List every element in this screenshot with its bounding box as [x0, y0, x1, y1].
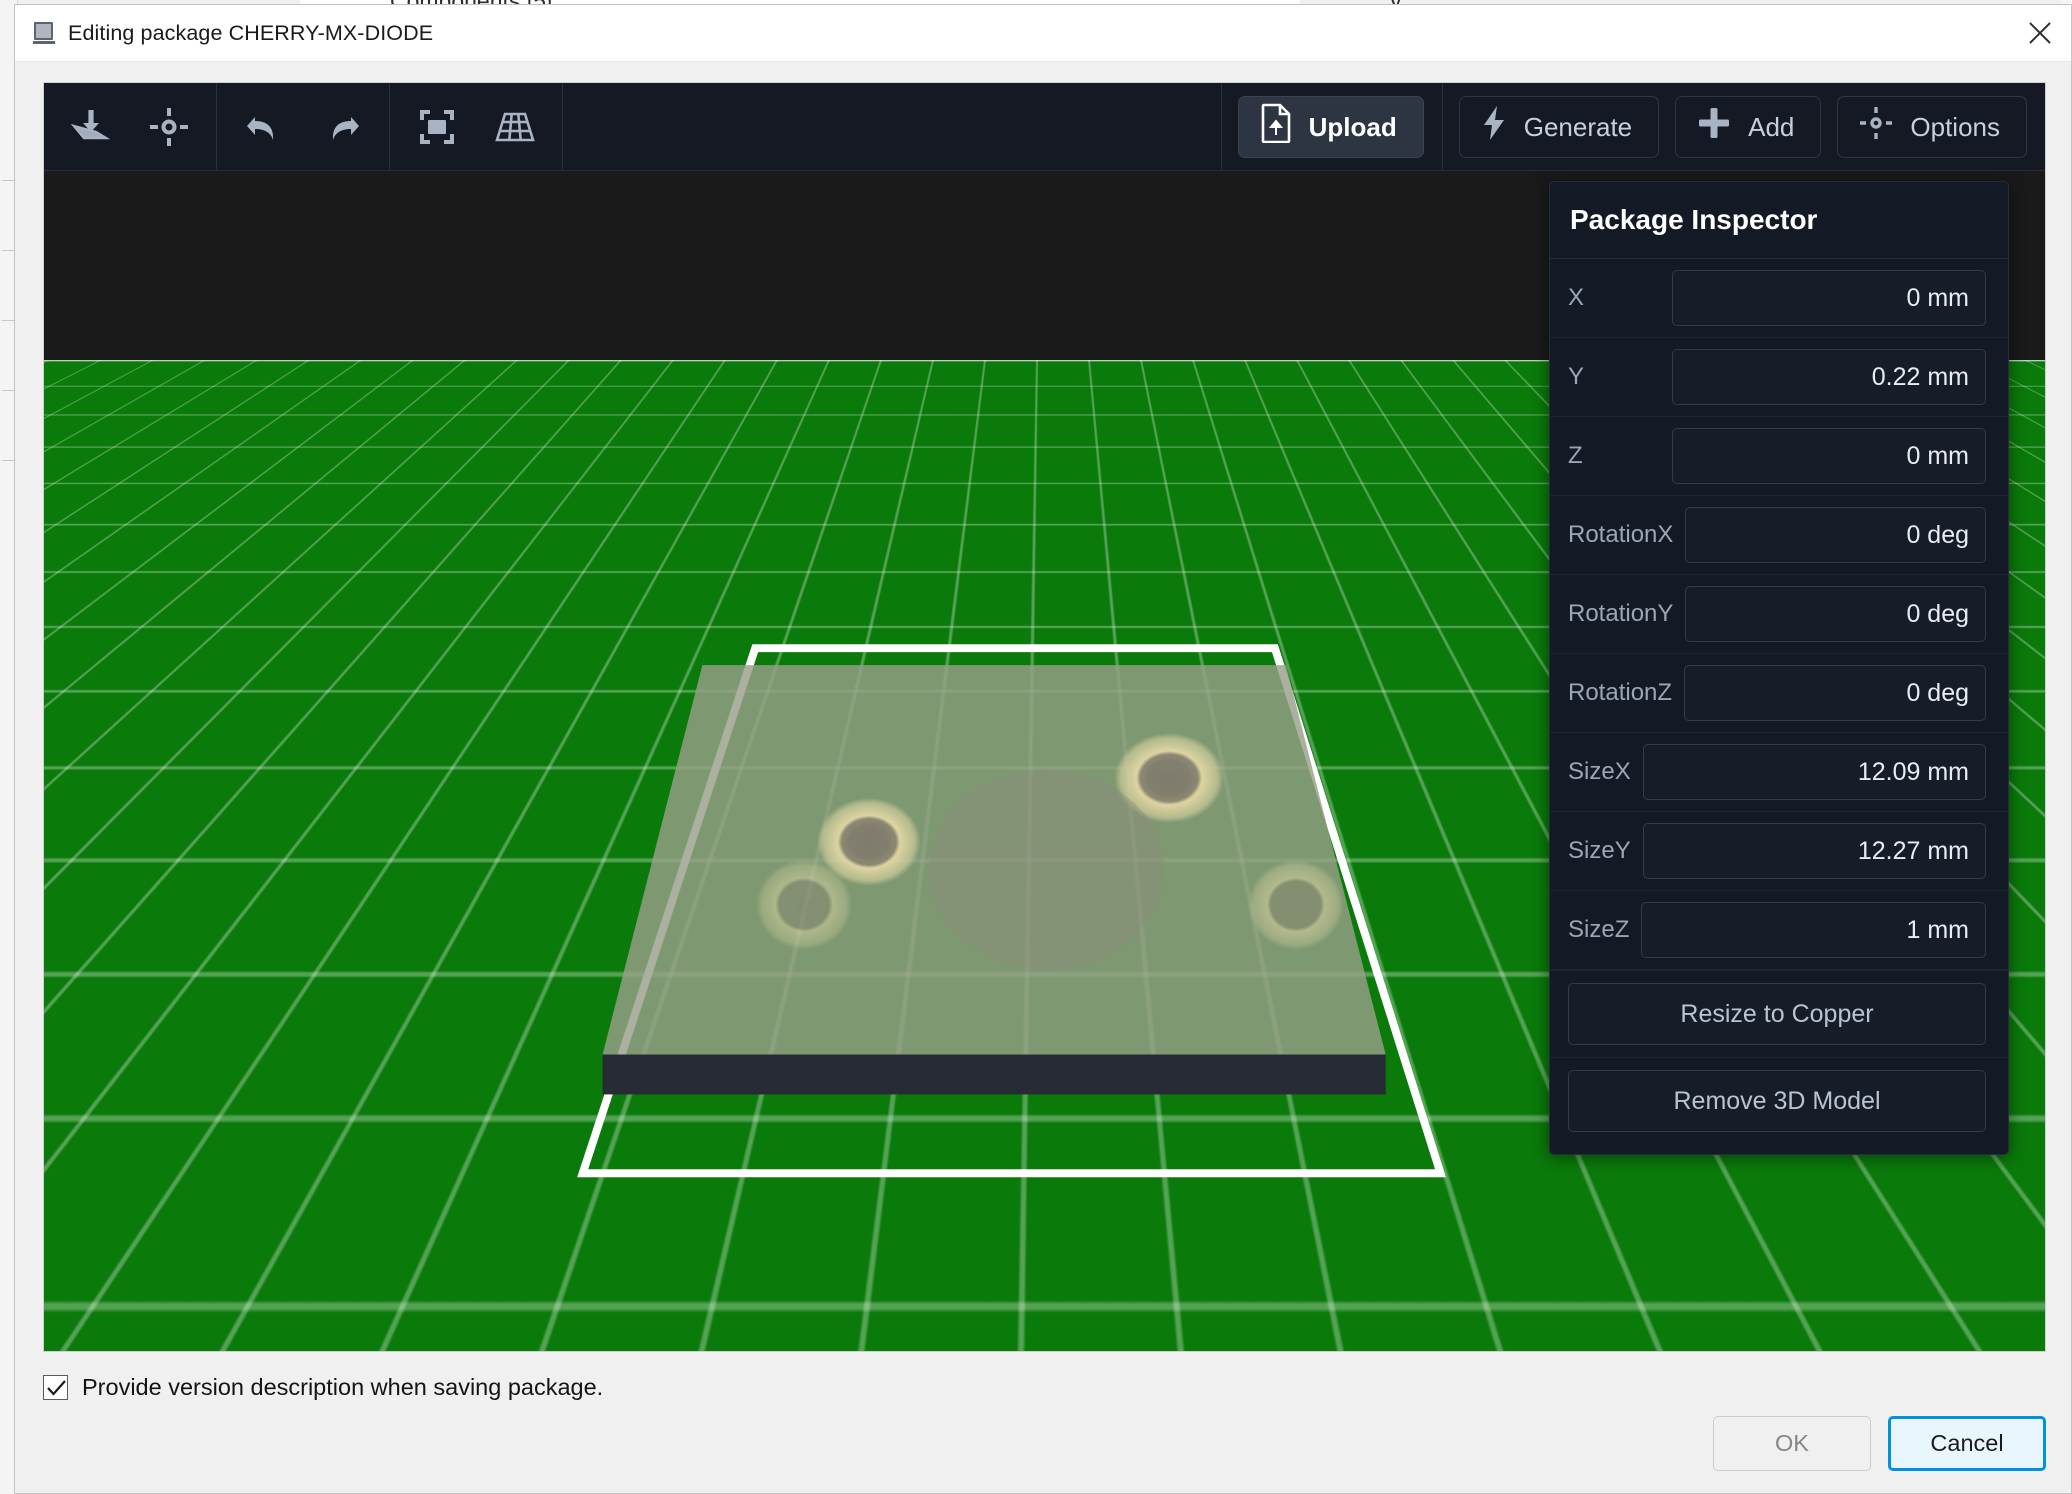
lightning-icon — [1480, 104, 1508, 149]
remove-3d-model-button[interactable]: Remove 3D Model — [1568, 1070, 1986, 1132]
version-description-checkbox[interactable] — [43, 1375, 68, 1400]
field-row-rotationz: RotationZ 0 deg — [1550, 654, 2008, 733]
field-label-sizex: SizeX — [1568, 758, 1631, 785]
package-editor-dialog: Editing package CHERRY-MX-DIODE Upload G… — [14, 4, 2072, 1494]
upload-button[interactable]: Upload — [1237, 95, 1424, 158]
close-icon[interactable] — [2009, 5, 2071, 61]
resize-to-copper-button[interactable]: Resize to Copper — [1568, 983, 1986, 1045]
align-origin-icon[interactable] — [130, 83, 208, 171]
resize-to-copper-row: Resize to Copper — [1550, 970, 2008, 1057]
crosshair-icon — [1858, 105, 1894, 148]
dialog-button-row: OK Cancel — [1713, 1416, 2046, 1471]
toolbar-group-history — [217, 83, 390, 170]
generate-button-label: Generate — [1523, 111, 1633, 142]
generate-button[interactable]: Generate — [1458, 95, 1660, 158]
dialog-titlebar: Editing package CHERRY-MX-DIODE — [15, 5, 2071, 62]
package-inspector-panel: Package Inspector X 0 mm Y 0.22 mm Z 0 m… — [1549, 181, 2009, 1155]
field-input-sizez[interactable]: 1 mm — [1641, 902, 1986, 958]
options-button-label: Options — [1910, 111, 2000, 142]
redo-icon[interactable] — [303, 83, 381, 171]
dialog-title: Editing package CHERRY-MX-DIODE — [68, 20, 434, 45]
field-label-x: X — [1568, 284, 1585, 311]
editor-toolbar: Upload Generate Add Options — [44, 83, 2045, 171]
add-button-label: Add — [1748, 111, 1795, 142]
field-row-sizey: SizeY 12.27 mm — [1550, 812, 2008, 891]
field-input-x[interactable]: 0 mm — [1672, 270, 1986, 326]
field-input-z[interactable]: 0 mm — [1672, 428, 1986, 484]
field-input-y[interactable]: 0.22 mm — [1672, 349, 1986, 405]
cancel-button[interactable]: Cancel — [1888, 1416, 2046, 1471]
dialog-footer: Provide version description when saving … — [15, 1352, 2071, 1493]
background-side-label: Id — [0, 432, 2, 445]
ok-button[interactable]: OK — [1713, 1416, 1871, 1471]
field-label-sizey: SizeY — [1568, 837, 1631, 864]
upload-button-label: Upload — [1308, 111, 1397, 142]
import-model-icon[interactable] — [52, 83, 130, 171]
grid-perspective-icon[interactable] — [476, 83, 554, 171]
field-label-rotationz: RotationZ — [1568, 679, 1673, 706]
field-row-x: X 0 mm — [1550, 259, 2008, 338]
field-row-sizez: SizeZ 1 mm — [1550, 891, 2008, 970]
field-label-z: Z — [1568, 442, 1583, 469]
toolbar-group-model — [44, 83, 217, 170]
field-label-sizez: SizeZ — [1568, 916, 1630, 943]
package-3d-editor: Upload Generate Add Options Package Insp… — [43, 82, 2046, 1352]
plus-icon — [1696, 105, 1732, 148]
field-row-y: Y 0.22 mm — [1550, 338, 2008, 417]
field-row-rotationx: RotationX 0 deg — [1550, 496, 2008, 575]
field-row-z: Z 0 mm — [1550, 417, 2008, 496]
field-label-rotationy: RotationY — [1568, 600, 1674, 627]
undo-icon[interactable] — [225, 83, 303, 171]
options-button[interactable]: Options — [1837, 95, 2027, 158]
toolbar-group-view — [390, 83, 563, 170]
3d-viewport[interactable]: Package Inspector X 0 mm Y 0.22 mm Z 0 m… — [44, 171, 2045, 1351]
field-label-y: Y — [1568, 363, 1585, 390]
field-input-rotationy[interactable]: 0 deg — [1685, 586, 1986, 642]
version-description-checkbox-row[interactable]: Provide version description when saving … — [43, 1374, 603, 1401]
add-button[interactable]: Add — [1675, 95, 1822, 158]
field-row-sizex: SizeX 12.09 mm — [1550, 733, 2008, 812]
field-input-sizey[interactable]: 12.27 mm — [1642, 823, 1986, 879]
field-input-rotationx[interactable]: 0 deg — [1685, 507, 1986, 563]
file-upload-icon — [1259, 103, 1293, 150]
package-inspector-title: Package Inspector — [1550, 182, 2008, 259]
remove-3d-model-row: Remove 3D Model — [1550, 1057, 2008, 1144]
field-input-sizex[interactable]: 12.09 mm — [1642, 744, 1986, 800]
package-icon — [33, 21, 55, 45]
field-label-rotationx: RotationX — [1568, 521, 1674, 548]
field-row-rotationy: RotationY 0 deg — [1550, 575, 2008, 654]
fit-view-icon[interactable] — [398, 83, 476, 171]
field-input-rotationz[interactable]: 0 deg — [1684, 665, 1986, 721]
version-description-checkbox-label: Provide version description when saving … — [82, 1374, 604, 1400]
